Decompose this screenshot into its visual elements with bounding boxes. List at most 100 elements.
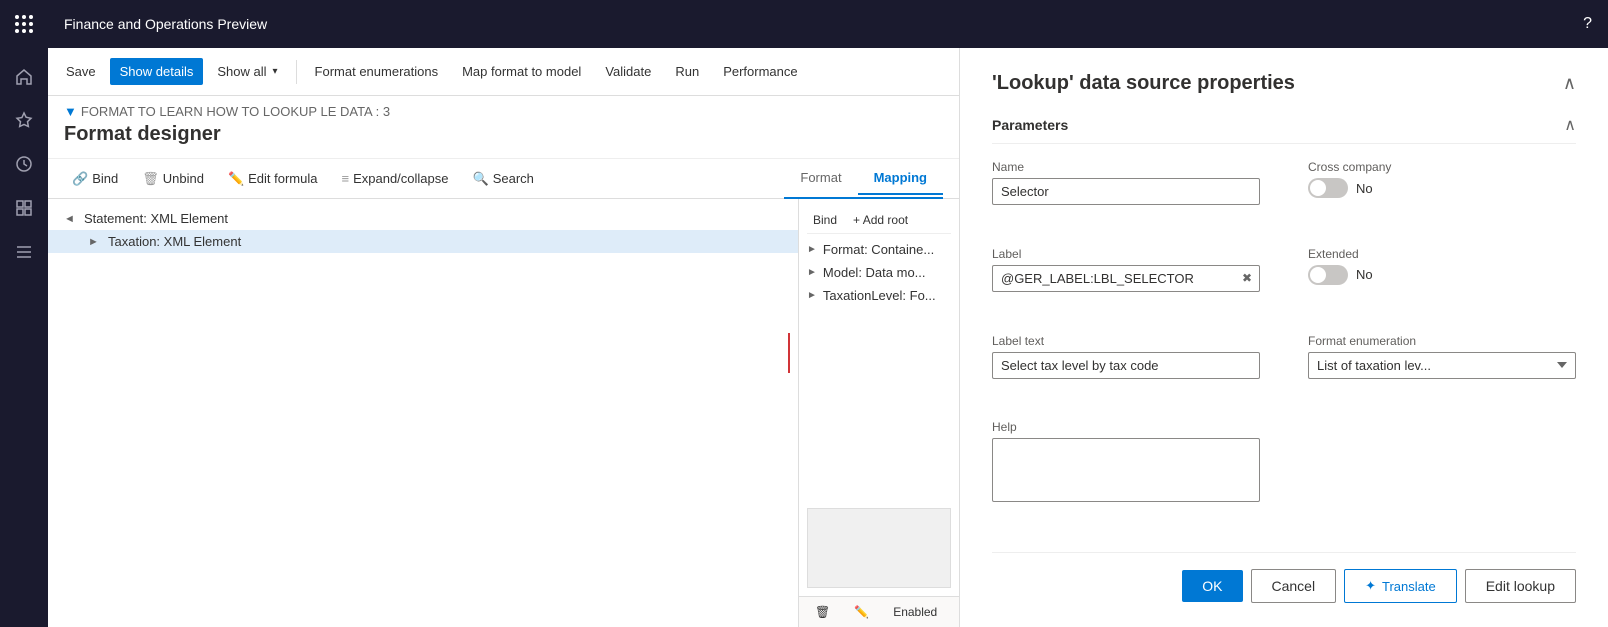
cross-company-toggle-row: No <box>1308 178 1576 198</box>
cancel-button[interactable]: Cancel <box>1251 569 1337 603</box>
edit-mapping-button[interactable]: ✏️ <box>846 601 877 623</box>
extended-group: Extended No <box>1308 247 1576 318</box>
app-title: Finance and Operations Preview <box>64 16 267 32</box>
name-field-group: Name <box>992 160 1260 231</box>
delete-mapping-button[interactable]: 🗑 <box>807 601 838 623</box>
cross-company-group: Cross company No <box>1308 160 1576 231</box>
tree-item-taxation[interactable]: ► Taxation: XML Element <box>48 230 798 253</box>
unbind-button[interactable]: 🗑 Unbind <box>134 167 212 191</box>
help-label: Help <box>992 420 1260 434</box>
form-grid: Name Cross company No Label ✖ <box>992 160 1576 528</box>
sidebar-item-recent[interactable] <box>0 144 48 184</box>
tab-format[interactable]: Format <box>784 162 857 195</box>
tree-item-taxation-label: Taxation: XML Element <box>108 234 241 249</box>
sidebar-item-modules[interactable] <box>0 232 48 272</box>
label-text-field-group: Label text <box>992 334 1260 405</box>
mapping-panel: Bind + Add root ► Format: Containe... ► … <box>799 199 959 627</box>
search-button[interactable]: 🔍 Search <box>465 167 542 191</box>
expand-collapse-button[interactable]: ≡ Expand/collapse <box>334 167 457 190</box>
show-details-button[interactable]: Show details <box>110 58 204 85</box>
format-enumeration-select[interactable]: List of taxation lev... <box>1308 352 1576 379</box>
sidebar-item-home[interactable] <box>0 56 48 96</box>
format-enumeration-group: Format enumeration List of taxation lev.… <box>1308 334 1576 405</box>
app-launcher-icon <box>15 15 33 33</box>
edit-formula-button[interactable]: ✏️ Edit formula <box>220 167 326 191</box>
right-panel: 'Lookup' data source properties ∧ Parame… <box>960 48 1608 627</box>
label-text-label: Label text <box>992 334 1260 348</box>
mapping-bind-button[interactable]: Bind <box>807 211 843 229</box>
label-clear-icon[interactable]: ✖ <box>1242 271 1252 285</box>
edit-lookup-button[interactable]: Edit lookup <box>1465 569 1576 603</box>
panel-title: 'Lookup' data source properties <box>992 72 1295 95</box>
performance-button[interactable]: Performance <box>713 58 807 85</box>
format-enumeration-label: Format enumeration <box>1308 334 1576 348</box>
bind-button[interactable]: 🔗 Bind <box>64 167 126 191</box>
extended-toggle[interactable] <box>1308 265 1348 285</box>
header-right: ? <box>1583 15 1592 33</box>
cross-company-toggle[interactable] <box>1308 178 1348 198</box>
sidebar-nav <box>0 56 48 272</box>
toolbar-sep-1 <box>296 60 297 84</box>
extended-label: Extended <box>1308 247 1576 261</box>
main-content: Finance and Operations Preview ? Save Sh… <box>48 0 1608 627</box>
label-input[interactable] <box>992 265 1260 292</box>
sidebar-item-favorites[interactable] <box>0 100 48 140</box>
mapping-item-taxation[interactable]: ► TaxationLevel: Fo... <box>807 284 951 307</box>
sub-toolbar: 🔗 Bind 🗑 Unbind ✏️ Edit formula ≡ Expand… <box>48 159 959 199</box>
ok-button[interactable]: OK <box>1182 570 1242 602</box>
breadcrumb: ▼ FORMAT TO LEARN HOW TO LOOKUP LE DATA … <box>64 104 943 119</box>
tree-toggle-statement: ◄ <box>64 213 80 225</box>
format-enumerations-button[interactable]: Format enumerations <box>305 58 449 85</box>
show-all-dropdown-icon: ▾ <box>273 66 278 77</box>
help-textarea[interactable] <box>992 438 1260 502</box>
validate-button[interactable]: Validate <box>595 58 661 85</box>
show-all-button[interactable]: Show all ▾ <box>207 58 287 85</box>
section-header: Parameters ∧ <box>992 115 1576 144</box>
cross-company-label: Cross company <box>1308 160 1576 174</box>
map-format-to-model-button[interactable]: Map format to model <box>452 58 591 85</box>
app-launcher-button[interactable] <box>0 0 48 48</box>
label-text-input[interactable] <box>992 352 1260 379</box>
label-input-wrapper: ✖ <box>992 265 1260 292</box>
panel-header: 'Lookup' data source properties ∧ <box>992 72 1576 95</box>
save-button[interactable]: Save <box>56 58 106 85</box>
title-area: ▼ FORMAT TO LEARN HOW TO LOOKUP LE DATA … <box>48 96 959 159</box>
mapping-item-format[interactable]: ► Format: Containe... <box>807 238 951 261</box>
panel-collapse-button[interactable]: ∧ <box>1563 73 1576 94</box>
mapping-add-root-button[interactable]: + Add root <box>847 211 914 229</box>
mapping-chevron-taxation: ► <box>807 290 817 301</box>
tree-item-statement[interactable]: ◄ Statement: XML Element <box>48 207 798 230</box>
tree-toggle-taxation: ► <box>88 236 104 248</box>
expand-icon: ≡ <box>342 171 350 186</box>
action-buttons: OK Cancel ✦ Translate Edit lookup <box>992 552 1576 603</box>
resize-divider[interactable] <box>788 333 790 373</box>
tree-mapping-area: ◄ Statement: XML Element ► Taxation: XML… <box>48 199 959 627</box>
bind-icon: 🔗 <box>72 171 88 187</box>
main-toolbar: Save Show details Show all ▾ Format enum… <box>48 48 959 96</box>
left-panel: Save Show details Show all ▾ Format enum… <box>48 48 960 627</box>
name-label: Name <box>992 160 1260 174</box>
mapping-item-model[interactable]: ► Model: Data mo... <box>807 261 951 284</box>
label-label: Label <box>992 247 1260 261</box>
section-collapse-button[interactable]: ∧ <box>1564 115 1576 135</box>
tree-item-statement-label: Statement: XML Element <box>84 211 228 226</box>
translate-button[interactable]: ✦ Translate <box>1344 569 1457 603</box>
enabled-badge: Enabled <box>885 603 945 621</box>
mapping-items: Bind + Add root ► Format: Containe... ► … <box>799 199 959 500</box>
name-input[interactable] <box>992 178 1260 205</box>
search-icon: 🔍 <box>473 171 489 187</box>
page-title: Format designer <box>64 123 943 146</box>
show-all-label: Show all <box>217 64 266 79</box>
run-button[interactable]: Run <box>665 58 709 85</box>
top-header: Finance and Operations Preview ? <box>48 0 1608 48</box>
cross-company-value: No <box>1356 181 1373 196</box>
mapping-chevron-model: ► <box>807 267 817 278</box>
sidebar-item-workspaces[interactable] <box>0 188 48 228</box>
tab-mapping[interactable]: Mapping <box>858 162 943 195</box>
preview-box <box>807 508 951 588</box>
mapping-toolbar-top: Bind + Add root <box>807 207 951 234</box>
help-icon[interactable]: ? <box>1583 15 1592 33</box>
unbind-icon: 🗑 <box>142 171 159 187</box>
content-area: Save Show details Show all ▾ Format enum… <box>48 48 1608 627</box>
mapping-bottom-toolbar: 🗑 ✏️ Enabled <box>799 596 959 627</box>
